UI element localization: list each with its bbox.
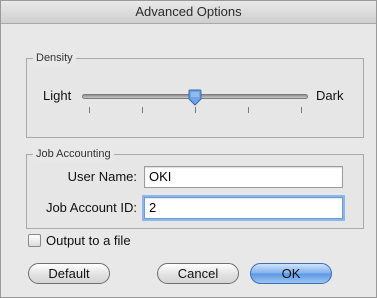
output-to-file-checkbox[interactable] bbox=[28, 234, 41, 247]
ok-button[interactable]: OK bbox=[250, 263, 332, 284]
job-account-id-label: Job Account ID: bbox=[45, 200, 137, 215]
density-max-label: Dark bbox=[316, 88, 344, 103]
dialog-title: Advanced Options bbox=[1, 1, 376, 24]
slider-tick bbox=[248, 107, 249, 113]
slider-tick bbox=[89, 107, 90, 113]
job-accounting-group-label: Job Accounting bbox=[33, 147, 114, 161]
slider-tick bbox=[301, 107, 302, 113]
slider-tick bbox=[195, 107, 196, 113]
advanced-options-dialog: Advanced Options Density Light Dark Job … bbox=[0, 0, 377, 298]
density-min-label: Light bbox=[43, 88, 72, 103]
density-group-label: Density bbox=[33, 51, 76, 65]
cancel-button[interactable]: Cancel bbox=[157, 263, 239, 284]
default-button[interactable]: Default bbox=[28, 263, 110, 284]
user-name-field[interactable]: OKI bbox=[144, 166, 343, 188]
job-account-id-field[interactable]: 2 bbox=[144, 197, 343, 219]
density-slider-thumb[interactable] bbox=[188, 89, 202, 106]
user-name-label: User Name: bbox=[67, 169, 137, 184]
slider-tick bbox=[142, 107, 143, 113]
output-to-file-label[interactable]: Output to a file bbox=[46, 233, 131, 249]
